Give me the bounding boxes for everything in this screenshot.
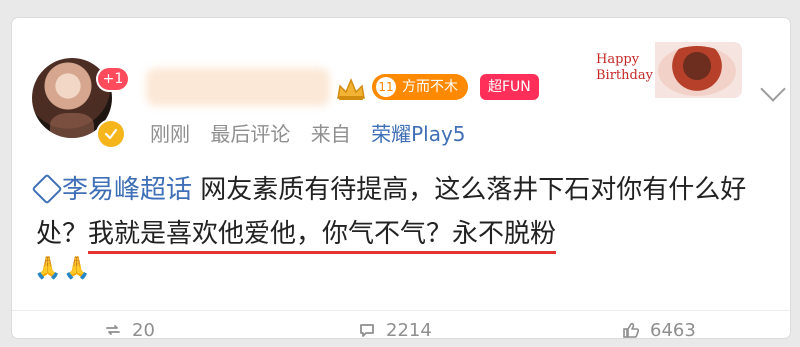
level-badge[interactable]: 11 方而不木 [372,74,468,100]
birthday-line-2: Birthday [596,68,653,83]
divider [12,310,790,311]
like-button[interactable]: 6463 [622,318,696,344]
birthday-text: Happy Birthday [596,52,653,84]
screenshot-frame: +1 11 方而不木 超FUN 刚刚 最后评论 来自 荣耀Play5 Happy… [0,0,800,341]
birthday-line-1: Happy [596,52,640,67]
post-text-highlight: 我就是喜欢他爱他，你气不气？永不脱粉 [88,219,557,254]
repost-icon [104,321,122,339]
birthday-decoration: Happy Birthday [592,42,742,98]
topic-link[interactable]: 李易峰超话 [31,173,200,205]
action-bar: 20 2214 6463 [12,318,790,344]
repost-count: 20 [132,320,155,341]
chevron-down-icon[interactable] [760,76,786,102]
comment-button[interactable]: 2214 [358,318,432,344]
plus-badge: +1 [98,68,128,90]
post-meta: 刚刚 最后评论 来自 荣耀Play5 [150,118,480,147]
latest-comment-label: 最后评论 [210,122,291,146]
username-blur [146,68,330,106]
repost-button[interactable]: 20 [104,318,155,344]
emoji-row: 🙏🙏 [34,256,93,281]
topic-icon [31,173,63,205]
post-content: 李易峰超话 网友素质有待提高，这么落井下石对你有什么好处？我就是喜欢他爱他，你气… [31,168,796,256]
comment-count: 2214 [386,320,432,341]
like-icon [622,321,640,339]
from-label: 来自 [310,122,351,146]
like-count: 6463 [650,320,696,341]
level-number: 11 [376,77,396,97]
verified-icon [98,121,124,147]
crown-icon [334,74,368,102]
device-link[interactable]: 荣耀Play5 [371,122,465,146]
topic-text: 李易峰超话 [62,175,193,205]
comment-icon [358,321,376,339]
fun-badge[interactable]: 超FUN [480,74,539,100]
weibo-post-card: +1 11 方而不木 超FUN 刚刚 最后评论 来自 荣耀Play5 Happy… [12,18,790,341]
birthday-illustration [658,46,736,96]
level-text: 方而不木 [402,79,458,95]
post-time: 刚刚 [150,122,190,146]
